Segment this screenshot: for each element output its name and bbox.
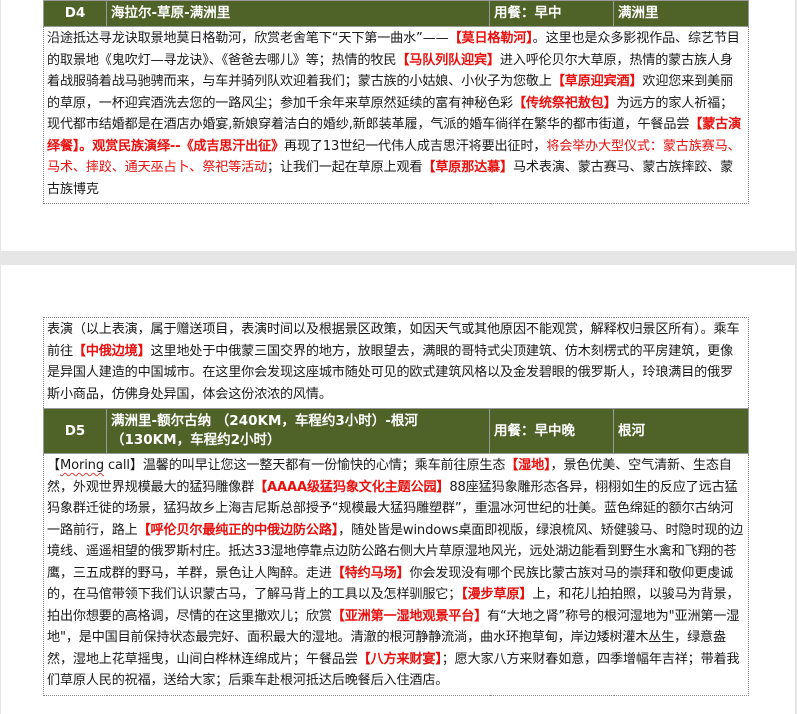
day4-header-row: D4 海拉尔-草原-满洲里 用餐：早中 满洲里 xyxy=(43,0,749,27)
hotel-location: 满洲里 xyxy=(613,0,749,27)
highlight-text: 【中俄边境】 xyxy=(72,343,151,359)
body-text: 再现了13世纪一代伟人成吉思汗将要出征时， xyxy=(284,138,547,154)
highlight-text: 【草原那达慕】 xyxy=(422,160,513,175)
highlight-text: 【漫步草原】 xyxy=(461,587,533,602)
hotel-location: 根河 xyxy=(612,408,750,454)
body-text: 【 xyxy=(47,458,60,473)
body-text: call】温馨的叫早让您这一整天都有一份愉快的心情；乘车前往原生态 xyxy=(104,458,506,473)
body-text: 这里地处于中俄蒙三国交界的地方，放眼望去，满眼的哥特式尖顶建筑、仿木刻楞式的平房… xyxy=(47,343,734,402)
highlight-text: 【亚洲第一湿地观景平台】 xyxy=(331,608,488,624)
highlight-text: 【莫日格勒河】 xyxy=(448,31,533,46)
day5-description: 【Moring call】温馨的叫早让您这一整天都有一份愉快的心情；乘车前往原生… xyxy=(42,453,750,696)
day-number: D4 xyxy=(43,0,107,27)
highlight-text: 【湿地】 xyxy=(505,458,551,473)
highlight-text: 《成吉思汗出征》 xyxy=(180,138,285,154)
body-text: Moring xyxy=(59,458,104,473)
meals-label: 用餐：早中 xyxy=(489,0,614,27)
highlight-text: 【呼伦贝尔最纯正的中俄边防公路】 xyxy=(137,522,339,538)
route-title: 海拉尔-草原-满洲里 xyxy=(106,0,490,27)
document-page-2: 表演（以上表演，属于赠送项目，表演时间以及根据景区政策，如因天气或其他原因不能观… xyxy=(1,265,795,714)
itinerary-table-day4: D4 海拉尔-草原-满洲里 用餐：早中 满洲里 沿途抵达寻龙诀取景地莫日格勒河，… xyxy=(43,0,749,204)
day-number: D5 xyxy=(43,408,107,454)
highlight-text: 【八方来财宴】 xyxy=(357,651,442,667)
meals-label: 用餐：早中晚 xyxy=(489,408,614,454)
day5-header-row: D5 满洲里-额尔古纳 （240KM，车程约3小时）-根河（130KM，车程约2… xyxy=(43,408,750,454)
highlight-text: 【马队列队迎宾】 xyxy=(396,52,500,68)
highlight-text: 。观赏民族演绎-- xyxy=(79,138,181,154)
highlight-text: 【AAAA级猛犸象文化主题公园】 xyxy=(254,479,450,495)
route-title: 满洲里-额尔古纳 （240KM，车程约3小时）-根河（130KM，车程约2小时） xyxy=(106,408,490,454)
highlight-text: 【特约马场】 xyxy=(331,565,410,581)
itinerary-table-day5: 表演（以上表演，属于赠送项目，表演时间以及根据景区政策，如因天气或其他原因不能观… xyxy=(42,317,750,696)
document-page-1: D4 海拉尔-草原-满洲里 用餐：早中 满洲里 沿途抵达寻龙诀取景地莫日格勒河，… xyxy=(1,0,795,251)
body-text: ；让我们一起在草原上观看 xyxy=(267,160,423,175)
highlight-text: 【草原迎宾酒】 xyxy=(551,74,643,89)
highlight-text: 【传统祭祀敖包】 xyxy=(512,95,617,111)
day4-description-continued: 表演（以上表演，属于赠送项目，表演时间以及根据景区政策，如因天气或其他原因不能观… xyxy=(42,317,750,409)
day4-description: 沿途抵达寻龙诀取景地莫日格勒河，欣赏老舍笔下“天下第一曲水”——【莫日格勒河】。… xyxy=(43,26,749,204)
body-text: 沿途抵达寻龙诀取景地莫日格勒河，欣赏老舍笔下“天下第一曲水”—— xyxy=(47,31,449,46)
